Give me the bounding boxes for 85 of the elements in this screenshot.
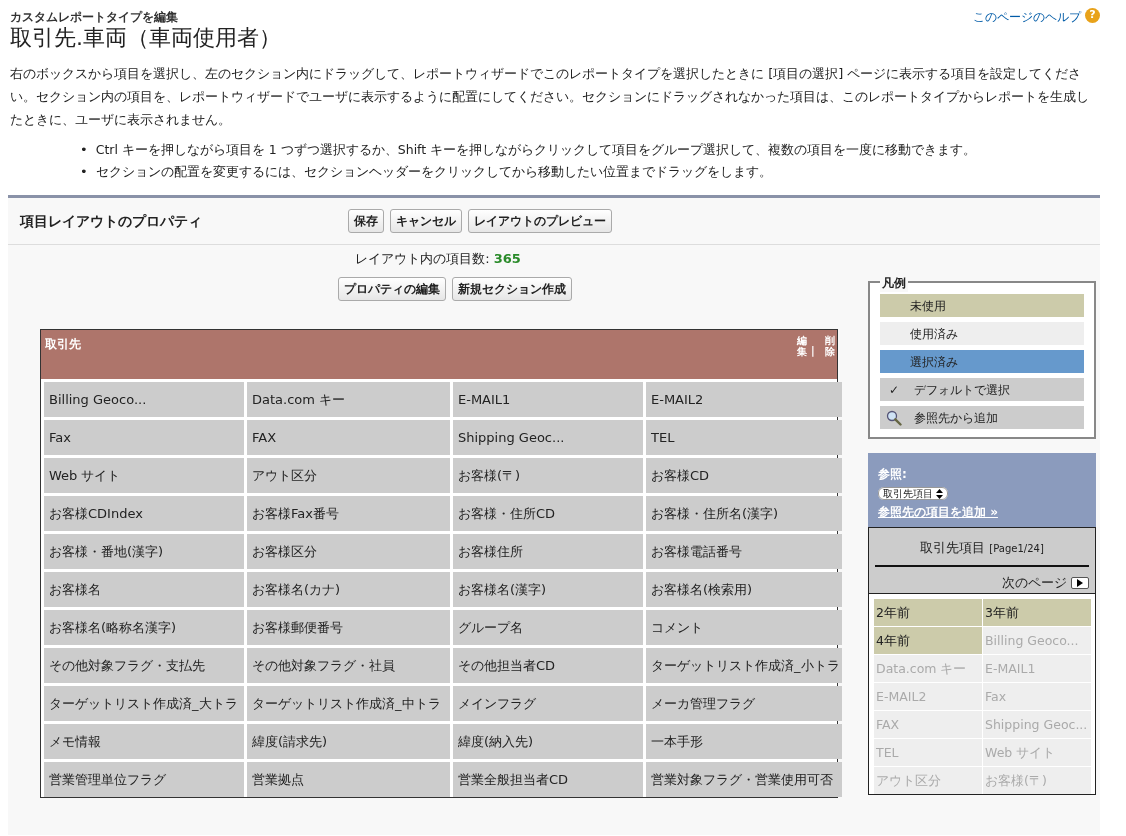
- next-page-button[interactable]: [1071, 576, 1089, 589]
- action-button[interactable]: 新規セクション作成: [452, 276, 572, 301]
- field-cell[interactable]: お客様名(カナ): [247, 571, 450, 607]
- field-cell[interactable]: お客様CD: [646, 457, 842, 493]
- legend-label: デフォルトで選択: [914, 381, 1010, 399]
- field-list-title: 取引先項目: [920, 539, 987, 555]
- section-title: 取引先: [45, 335, 81, 353]
- toolbar-button[interactable]: キャンセル: [390, 209, 462, 234]
- field-cell[interactable]: 一本手形: [646, 723, 842, 759]
- field-list-item[interactable]: 4年前: [874, 626, 982, 654]
- toolbar-button[interactable]: 保存: [348, 209, 384, 234]
- field-cell[interactable]: その他対象フラグ・支払先: [44, 647, 244, 683]
- bullet-marker: •: [80, 141, 88, 160]
- legend-label: 未使用: [910, 297, 946, 315]
- search-icon: [886, 409, 902, 426]
- field-cell[interactable]: お客様名(漢字): [453, 571, 643, 607]
- field-cell[interactable]: 営業対象フラグ・営業使用可否: [646, 761, 842, 797]
- field-count: 365: [493, 251, 521, 267]
- legend-label: 参照先から追加: [914, 409, 998, 427]
- field-cell[interactable]: メーカ管理フラグ: [646, 685, 842, 721]
- reference-label: 参照:: [878, 466, 908, 484]
- panel-title: 項目レイアウトのプロパティ: [20, 212, 203, 230]
- field-cell[interactable]: 緯度(納入先): [453, 723, 643, 759]
- field-cell[interactable]: Data.com キー: [247, 381, 450, 417]
- field-cell[interactable]: アウト区分: [247, 457, 450, 493]
- field-cell[interactable]: お客様(〒): [453, 457, 643, 493]
- tip-text: Ctrl キーを押しながら項目を 1 つずつ選択するか、Shift キーを押しながらクリックして項目をグループ選択して、複数の項目を一度に移動できます。: [95, 141, 977, 160]
- field-list-item[interactable]: 2年前: [874, 598, 982, 626]
- field-cell[interactable]: Web サイト: [44, 457, 244, 493]
- field-cell[interactable]: お客様住所: [453, 533, 643, 569]
- field-cell[interactable]: お客様名(略称名漢字): [44, 609, 244, 645]
- field-cell[interactable]: FAX: [247, 419, 450, 455]
- field-cell[interactable]: お客様・住所名(漢字): [646, 495, 842, 531]
- toolbar-button[interactable]: レイアウトのプレビュー: [468, 209, 612, 234]
- checkmark-icon: ✓: [888, 380, 900, 399]
- page-indicator: [Page1/24]: [989, 542, 1044, 554]
- field-cell[interactable]: 営業管理単位フラグ: [44, 761, 244, 797]
- tip-text: セクションの配置を変更するには、セクションヘッダーをクリックしてから移動したい位置までドラッグをします。: [95, 163, 772, 182]
- edit-link[interactable]: 編集: [797, 334, 807, 357]
- field-cell[interactable]: Billing Geoco...: [44, 381, 244, 417]
- section-header[interactable]: 取引先 編集 | 削除: [40, 328, 838, 379]
- field-cell[interactable]: E-MAIL1: [453, 381, 643, 417]
- field-cell[interactable]: その他対象フラグ・社員: [247, 647, 450, 683]
- legend-label: 使用済み: [910, 325, 958, 343]
- field-list-item[interactable]: 3年前: [983, 598, 1091, 626]
- field-cell[interactable]: 緯度(請求先): [247, 723, 450, 759]
- legend-label: 選択済み: [910, 353, 958, 371]
- field-cell[interactable]: グループ名: [453, 609, 643, 645]
- field-cell[interactable]: 営業拠点: [247, 761, 450, 797]
- field-cell[interactable]: お客様CDIndex: [44, 495, 244, 531]
- help-link[interactable]: このページのヘルプ: [973, 8, 1081, 26]
- field-cell[interactable]: ターゲットリスト作成済_小トラ: [646, 647, 842, 683]
- help-icon: ?: [1085, 8, 1100, 23]
- field-cell[interactable]: お客様名(検索用): [646, 571, 842, 607]
- page-title: 取引先.車両（車両使用者）: [10, 26, 281, 51]
- field-cell[interactable]: お客様・住所CD: [453, 495, 643, 531]
- field-cell[interactable]: お客様電話番号: [646, 533, 842, 569]
- field-cell[interactable]: TEL: [646, 419, 842, 455]
- field-cell[interactable]: お客様・番地(漢字): [44, 533, 244, 569]
- link-separator: |: [811, 344, 816, 356]
- field-cell[interactable]: その他担当者CD: [453, 647, 643, 683]
- field-cell[interactable]: Fax: [44, 419, 244, 455]
- next-page-label: 次のページ: [1002, 574, 1067, 593]
- field-cell[interactable]: お客様名: [44, 571, 244, 607]
- action-button[interactable]: プロパティの編集: [338, 276, 446, 301]
- delete-link[interactable]: 削除: [825, 334, 835, 357]
- play-triangle-icon: [1077, 578, 1083, 587]
- legend-title: 凡例: [880, 274, 908, 293]
- description-text: 右のボックスから項目を選択し、左のセクション内にドラッグして、レポートウィザードでこのレポートタイプを選択したときに [項目の選択] ページに表示する項目を設定してください。セクション内の項目を、レポートウィザードでユーザに表示するように配置にしてください。セクションにドラッグされなかった項目は、このレポートタイプからレポートを生成したときに、ユーザに表示されません。: [10, 65, 1090, 130]
- field-cell[interactable]: ターゲットリスト作成済_大トラ: [44, 685, 244, 721]
- updown-arrow-icon: [936, 489, 943, 500]
- field-cell[interactable]: メモ情報: [44, 723, 244, 759]
- count-label: レイアウト内の項目数:: [355, 251, 491, 267]
- breadcrumb: カスタムレポートタイプを編集: [10, 9, 179, 26]
- field-cell[interactable]: E-MAIL2: [646, 381, 842, 417]
- field-cell[interactable]: コメント: [646, 609, 842, 645]
- object-select[interactable]: 取引先項目: [878, 487, 948, 501]
- field-cell[interactable]: メインフラグ: [453, 685, 643, 721]
- bullet-marker: •: [80, 163, 88, 182]
- field-cell[interactable]: お客様Fax番号: [247, 495, 450, 531]
- field-cell[interactable]: Shipping Geoc...: [453, 419, 643, 455]
- field-cell[interactable]: 営業全般担当者CD: [453, 761, 643, 797]
- field-cell[interactable]: お客様区分: [247, 533, 450, 569]
- field-cell[interactable]: お客様郵便番号: [247, 609, 450, 645]
- field-cell[interactable]: ターゲットリスト作成済_中トラ: [247, 685, 450, 721]
